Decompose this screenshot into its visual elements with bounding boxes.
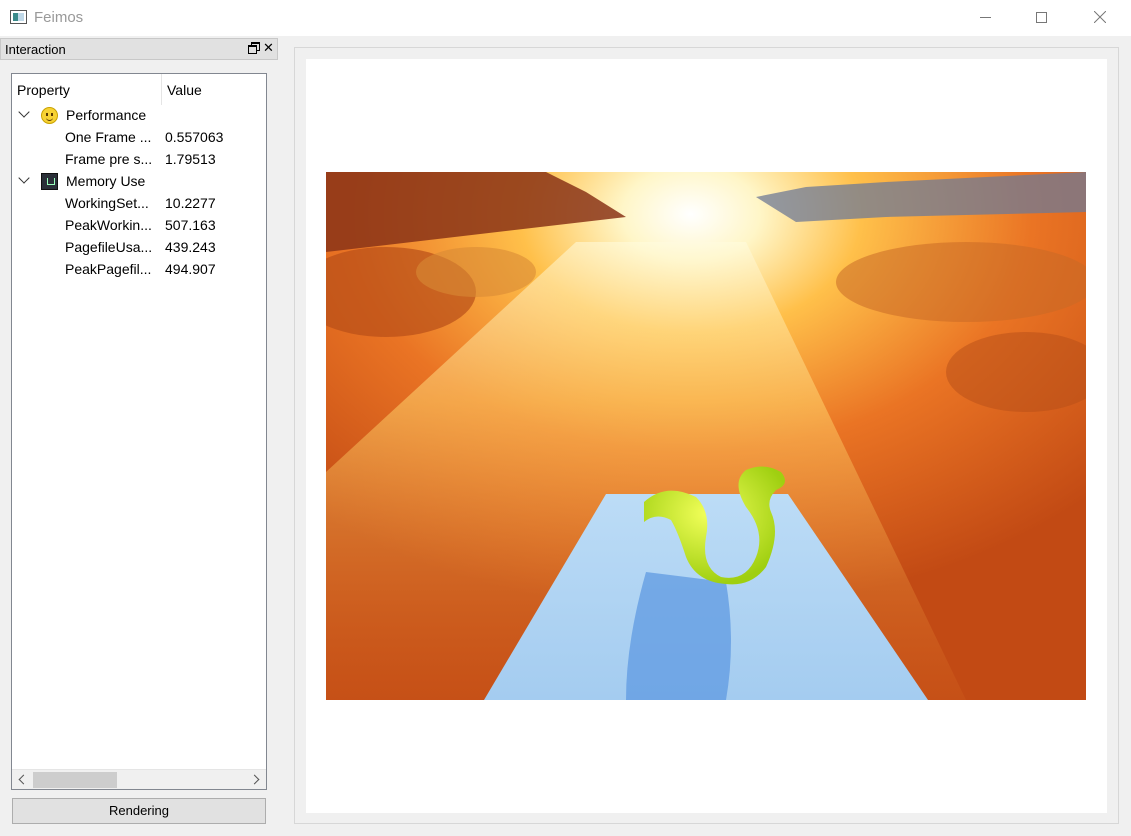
dock-title-bar[interactable]: Interaction ✕	[0, 38, 278, 60]
scroll-right-icon[interactable]	[246, 770, 266, 789]
tree-row[interactable]: One Frame ... 0.557063	[12, 127, 266, 149]
tree-row[interactable]: PeakPagefil... 494.907	[12, 259, 266, 281]
rendered-scene	[326, 172, 1086, 700]
title-bar: Feimos	[0, 0, 1131, 36]
scrollbar-thumb[interactable]	[33, 772, 117, 788]
property-name: PeakWorkin...	[65, 217, 152, 233]
property-value: 0.557063	[165, 129, 224, 145]
rendered-image	[326, 172, 1086, 700]
maximize-button[interactable]	[1012, 0, 1070, 34]
property-value: 507.163	[165, 217, 216, 233]
header-property[interactable]: Property	[17, 82, 70, 98]
chevron-down-icon[interactable]	[18, 173, 32, 187]
close-button[interactable]	[1071, 0, 1129, 34]
right-bushes	[836, 242, 1086, 322]
property-name: Frame pre s...	[65, 151, 153, 167]
property-name: WorkingSet...	[65, 195, 149, 211]
tree-group-performance[interactable]: Performance	[12, 105, 266, 127]
group-label: Memory Use	[66, 173, 146, 189]
tree-header: Property Value	[12, 74, 266, 105]
rendering-button[interactable]: Rendering	[12, 798, 266, 824]
property-name: PeakPagefil...	[65, 261, 152, 277]
header-value[interactable]: Value	[167, 82, 202, 98]
close-icon	[1094, 11, 1106, 23]
minimize-button[interactable]	[956, 0, 1014, 34]
tree-row[interactable]: WorkingSet... 10.2277	[12, 193, 266, 215]
dock-float-icon[interactable]	[248, 42, 260, 54]
tree-row[interactable]: PagefileUsa... 439.243	[12, 237, 266, 259]
app-icon	[10, 10, 27, 24]
minimize-icon	[979, 16, 991, 18]
dock-title: Interaction	[5, 42, 66, 57]
property-name: One Frame ...	[65, 129, 152, 145]
scroll-left-icon[interactable]	[12, 770, 32, 789]
property-tree[interactable]: Property Value Performance One Frame ...…	[11, 73, 267, 790]
left-bush-highlight	[416, 247, 536, 297]
maximize-icon	[1035, 11, 1047, 23]
property-value: 494.907	[165, 261, 216, 277]
dragon-shadow	[626, 572, 731, 700]
header-separator[interactable]	[161, 74, 162, 105]
property-name: PagefileUsa...	[65, 239, 153, 255]
tree-group-memory-use[interactable]: Memory Use	[12, 171, 266, 193]
dock-close-icon[interactable]: ✕	[263, 40, 274, 56]
tree-row[interactable]: Frame pre s... 1.79513	[12, 149, 266, 171]
property-value: 439.243	[165, 239, 216, 255]
chevron-down-icon[interactable]	[18, 107, 32, 121]
memory-chip-icon	[41, 173, 58, 190]
group-label: Performance	[66, 107, 147, 123]
horizontal-scrollbar[interactable]	[12, 769, 266, 789]
property-value: 10.2277	[165, 195, 216, 211]
property-value: 1.79513	[165, 151, 216, 167]
smiley-icon	[41, 107, 58, 124]
window-title: Feimos	[34, 9, 84, 26]
tree-row[interactable]: PeakWorkin... 507.163	[12, 215, 266, 237]
